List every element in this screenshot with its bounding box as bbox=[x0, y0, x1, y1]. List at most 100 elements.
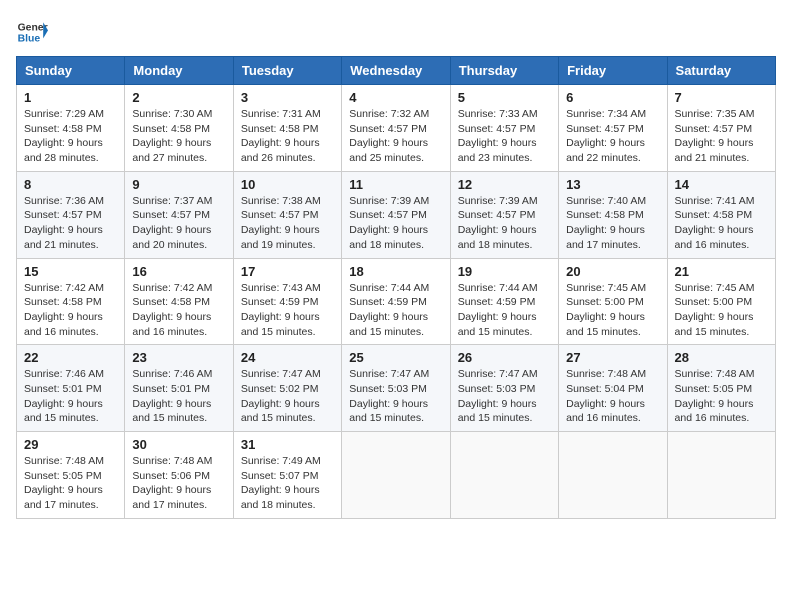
day-of-week-header: Saturday bbox=[667, 57, 775, 85]
calendar-cell: 17 Sunrise: 7:43 AMSunset: 4:59 PMDayligh… bbox=[233, 258, 341, 345]
day-info: Sunrise: 7:41 AMSunset: 4:58 PMDaylight:… bbox=[675, 194, 768, 253]
day-number: 18 bbox=[349, 264, 442, 279]
day-info: Sunrise: 7:42 AMSunset: 4:58 PMDaylight:… bbox=[132, 281, 225, 340]
calendar-cell: 26Sunrise: 7:47 AMSunset: 5:03 PMDayligh… bbox=[450, 345, 558, 432]
day-number: 21 bbox=[675, 264, 768, 279]
calendar-cell: 6Sunrise: 7:34 AMSunset: 4:57 PMDaylight… bbox=[559, 85, 667, 172]
calendar-cell: 16 Sunrise: 7:42 AMSunset: 4:58 PMDayligh… bbox=[125, 258, 233, 345]
calendar-week-row: 8 Sunrise: 7:36 AMSunset: 4:57 PMDaylight… bbox=[17, 171, 776, 258]
day-info: Sunrise: 7:48 AMSunset: 5:04 PMDaylight:… bbox=[566, 367, 659, 426]
day-number: 8 bbox=[24, 177, 117, 192]
day-of-week-header: Tuesday bbox=[233, 57, 341, 85]
calendar-cell bbox=[667, 432, 775, 519]
day-number: 16 bbox=[132, 264, 225, 279]
calendar-week-row: 22 Sunrise: 7:46 AMSunset: 5:01 PMDayligh… bbox=[17, 345, 776, 432]
calendar-week-row: 1 Sunrise: 7:29 AMSunset: 4:58 PMDaylight… bbox=[17, 85, 776, 172]
calendar-cell bbox=[559, 432, 667, 519]
calendar-cell: 30 Sunrise: 7:48 AMSunset: 5:06 PMDayligh… bbox=[125, 432, 233, 519]
day-info: Sunrise: 7:37 AMSunset: 4:57 PMDaylight:… bbox=[132, 194, 225, 253]
logo: General Blue bbox=[16, 16, 48, 48]
day-number: 20 bbox=[566, 264, 659, 279]
day-info: Sunrise: 7:47 AMSunset: 5:03 PMDaylight:… bbox=[349, 367, 442, 426]
logo-icon: General Blue bbox=[16, 16, 48, 48]
calendar-cell: 12Sunrise: 7:39 AMSunset: 4:57 PMDayligh… bbox=[450, 171, 558, 258]
day-of-week-header: Sunday bbox=[17, 57, 125, 85]
calendar-header-row: SundayMondayTuesdayWednesdayThursdayFrid… bbox=[17, 57, 776, 85]
day-of-week-header: Thursday bbox=[450, 57, 558, 85]
day-number: 12 bbox=[458, 177, 551, 192]
day-number: 24 bbox=[241, 350, 334, 365]
day-info: Sunrise: 7:36 AMSunset: 4:57 PMDaylight:… bbox=[24, 194, 117, 253]
day-info: Sunrise: 7:49 AMSunset: 5:07 PMDaylight:… bbox=[241, 454, 334, 513]
day-number: 10 bbox=[241, 177, 334, 192]
day-number: 5 bbox=[458, 90, 551, 105]
day-number: 6 bbox=[566, 90, 659, 105]
calendar-cell: 20 Sunrise: 7:45 AMSunset: 5:00 PMDayligh… bbox=[559, 258, 667, 345]
day-info: Sunrise: 7:32 AMSunset: 4:57 PMDaylight:… bbox=[349, 107, 442, 166]
calendar-cell: 10Sunrise: 7:38 AMSunset: 4:57 PMDayligh… bbox=[233, 171, 341, 258]
day-number: 29 bbox=[24, 437, 117, 452]
day-number: 1 bbox=[24, 90, 117, 105]
calendar-cell bbox=[450, 432, 558, 519]
day-info: Sunrise: 7:44 AMSunset: 4:59 PMDaylight:… bbox=[458, 281, 551, 340]
day-number: 13 bbox=[566, 177, 659, 192]
calendar-cell: 13 Sunrise: 7:40 AMSunset: 4:58 PMDayligh… bbox=[559, 171, 667, 258]
day-number: 17 bbox=[241, 264, 334, 279]
day-number: 22 bbox=[24, 350, 117, 365]
day-info: Sunrise: 7:40 AMSunset: 4:58 PMDaylight:… bbox=[566, 194, 659, 253]
day-number: 15 bbox=[24, 264, 117, 279]
day-number: 31 bbox=[241, 437, 334, 452]
calendar-cell: 25 Sunrise: 7:47 AMSunset: 5:03 PMDayligh… bbox=[342, 345, 450, 432]
calendar-cell: 7 Sunrise: 7:35 AMSunset: 4:57 PMDaylight… bbox=[667, 85, 775, 172]
day-info: Sunrise: 7:47 AMSunset: 5:02 PMDaylight:… bbox=[241, 367, 334, 426]
calendar-cell: 9 Sunrise: 7:37 AMSunset: 4:57 PMDaylight… bbox=[125, 171, 233, 258]
calendar-cell: 4 Sunrise: 7:32 AMSunset: 4:57 PMDaylight… bbox=[342, 85, 450, 172]
day-info: Sunrise: 7:44 AMSunset: 4:59 PMDaylight:… bbox=[349, 281, 442, 340]
calendar-cell: 2Sunrise: 7:30 AMSunset: 4:58 PMDaylight… bbox=[125, 85, 233, 172]
calendar-cell: 22 Sunrise: 7:46 AMSunset: 5:01 PMDayligh… bbox=[17, 345, 125, 432]
day-info: Sunrise: 7:45 AMSunset: 5:00 PMDaylight:… bbox=[675, 281, 768, 340]
day-of-week-header: Monday bbox=[125, 57, 233, 85]
day-of-week-header: Wednesday bbox=[342, 57, 450, 85]
svg-text:Blue: Blue bbox=[18, 34, 41, 45]
calendar-cell: 19 Sunrise: 7:44 AMSunset: 4:59 PMDayligh… bbox=[450, 258, 558, 345]
calendar-cell: 27 Sunrise: 7:48 AMSunset: 5:04 PMDayligh… bbox=[559, 345, 667, 432]
day-info: Sunrise: 7:30 AMSunset: 4:58 PMDaylight:… bbox=[132, 107, 225, 166]
calendar-cell: 21 Sunrise: 7:45 AMSunset: 5:00 PMDayligh… bbox=[667, 258, 775, 345]
day-number: 7 bbox=[675, 90, 768, 105]
day-number: 11 bbox=[349, 177, 442, 192]
day-number: 14 bbox=[675, 177, 768, 192]
day-info: Sunrise: 7:47 AMSunset: 5:03 PMDaylight:… bbox=[458, 367, 551, 426]
calendar-table: SundayMondayTuesdayWednesdayThursdayFrid… bbox=[16, 56, 776, 519]
day-info: Sunrise: 7:46 AMSunset: 5:01 PMDaylight:… bbox=[132, 367, 225, 426]
day-number: 4 bbox=[349, 90, 442, 105]
calendar-cell: 5Sunrise: 7:33 AMSunset: 4:57 PMDaylight… bbox=[450, 85, 558, 172]
day-info: Sunrise: 7:42 AMSunset: 4:58 PMDaylight:… bbox=[24, 281, 117, 340]
day-info: Sunrise: 7:29 AMSunset: 4:58 PMDaylight:… bbox=[24, 107, 117, 166]
calendar-cell bbox=[342, 432, 450, 519]
day-info: Sunrise: 7:43 AMSunset: 4:59 PMDaylight:… bbox=[241, 281, 334, 340]
page-header: General Blue bbox=[16, 16, 776, 48]
calendar-cell: 24 Sunrise: 7:47 AMSunset: 5:02 PMDayligh… bbox=[233, 345, 341, 432]
calendar-week-row: 15 Sunrise: 7:42 AMSunset: 4:58 PMDayligh… bbox=[17, 258, 776, 345]
day-info: Sunrise: 7:31 AMSunset: 4:58 PMDaylight:… bbox=[241, 107, 334, 166]
day-number: 3 bbox=[241, 90, 334, 105]
calendar-cell: 1 Sunrise: 7:29 AMSunset: 4:58 PMDaylight… bbox=[17, 85, 125, 172]
day-info: Sunrise: 7:45 AMSunset: 5:00 PMDaylight:… bbox=[566, 281, 659, 340]
day-info: Sunrise: 7:46 AMSunset: 5:01 PMDaylight:… bbox=[24, 367, 117, 426]
day-number: 9 bbox=[132, 177, 225, 192]
day-number: 23 bbox=[132, 350, 225, 365]
day-number: 28 bbox=[675, 350, 768, 365]
day-number: 27 bbox=[566, 350, 659, 365]
day-info: Sunrise: 7:35 AMSunset: 4:57 PMDaylight:… bbox=[675, 107, 768, 166]
day-number: 19 bbox=[458, 264, 551, 279]
calendar-week-row: 29Sunrise: 7:48 AMSunset: 5:05 PMDayligh… bbox=[17, 432, 776, 519]
day-info: Sunrise: 7:48 AMSunset: 5:06 PMDaylight:… bbox=[132, 454, 225, 513]
calendar-cell: 11Sunrise: 7:39 AMSunset: 4:57 PMDayligh… bbox=[342, 171, 450, 258]
day-number: 25 bbox=[349, 350, 442, 365]
day-of-week-header: Friday bbox=[559, 57, 667, 85]
day-info: Sunrise: 7:48 AMSunset: 5:05 PMDaylight:… bbox=[675, 367, 768, 426]
day-number: 30 bbox=[132, 437, 225, 452]
calendar-cell: 18 Sunrise: 7:44 AMSunset: 4:59 PMDayligh… bbox=[342, 258, 450, 345]
calendar-cell: 31 Sunrise: 7:49 AMSunset: 5:07 PMDayligh… bbox=[233, 432, 341, 519]
